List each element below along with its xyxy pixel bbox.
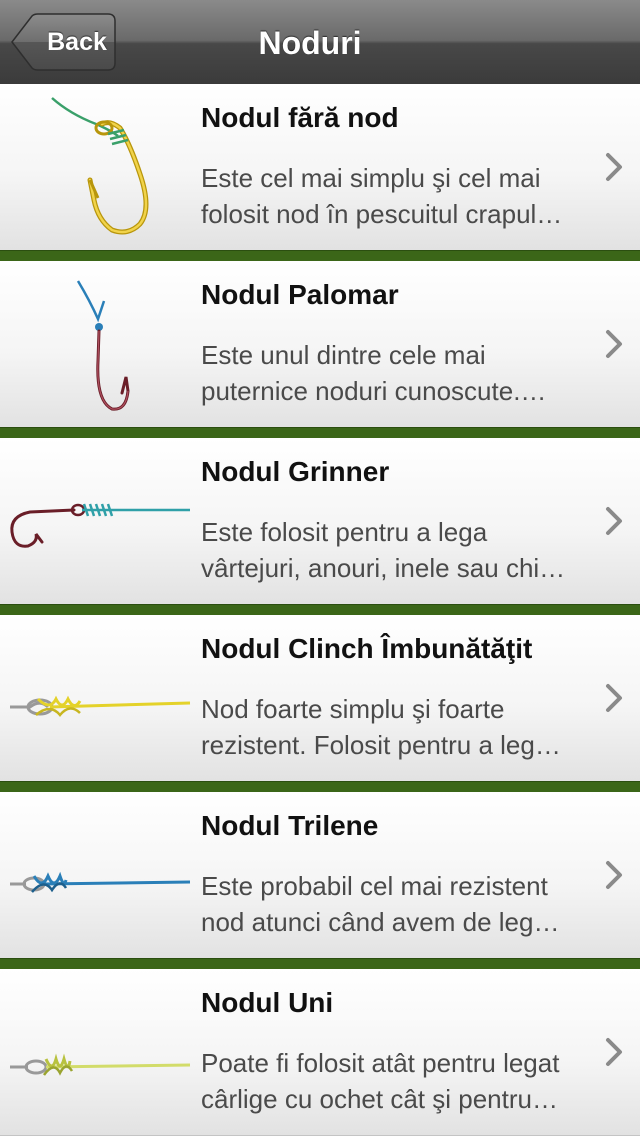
knot-title: Nodul Grinner <box>201 456 390 487</box>
knot-title: Nodul Palomar <box>201 279 399 310</box>
knot-description-line: rezistent. Folosit pentru a leg… <box>201 730 561 760</box>
knot-description-line: Este folosit pentru a lega <box>201 517 488 547</box>
knot-description-line: Este unul dintre cele mai <box>201 340 486 370</box>
knot-title: Nodul Clinch Îmbunătăţit <box>201 633 533 664</box>
knot-description-line: Este cel mai simplu şi cel mai <box>201 163 541 193</box>
knot-description: Este cel mai simplu şi cel mai folosit n… <box>201 160 597 232</box>
list-item-nodul-trilene[interactable]: Nodul Trilene Este probabil cel mai rezi… <box>0 792 640 959</box>
knot-description-line: vârtejuri, anouri, inele sau chi… <box>201 553 566 583</box>
knot-title: Nodul fără nod <box>201 102 399 133</box>
knot-title: Nodul Trilene <box>201 810 379 841</box>
knot-description: Este probabil cel mai rezistent nod atun… <box>201 868 597 940</box>
knot-description-line: Poate fi folosit atât pentru legat <box>201 1048 560 1078</box>
improved-clinch-knot-icon <box>10 695 191 717</box>
chevron-right-icon <box>606 153 622 181</box>
list-item-nodul-uni[interactable]: Nodul Uni Poate fi folosit atât pentru l… <box>0 969 640 1136</box>
knotless-knot-hook-icon <box>51 97 149 235</box>
list-item-nodul-palomar[interactable]: Nodul Palomar Este unul dintre cele mai … <box>0 261 640 428</box>
row-separator <box>0 781 640 792</box>
knot-description-line: Este probabil cel mai rezistent <box>201 871 548 901</box>
row-separator <box>0 250 640 261</box>
list-item-nodul-clinch-imbunatatit[interactable]: Nodul Clinch Îmbunătăţit Nod foarte simp… <box>0 615 640 782</box>
chevron-right-icon <box>606 861 622 889</box>
chevron-right-icon <box>606 1038 622 1066</box>
grinner-knot-hook-icon <box>10 503 190 548</box>
back-button-label: Back <box>47 28 107 56</box>
chevron-right-icon <box>606 507 622 535</box>
knot-description: Nod foarte simplu şi foarte rezistent. F… <box>201 691 597 763</box>
page-title: Noduri <box>258 25 362 61</box>
palomar-knot-hook-icon <box>76 280 130 411</box>
knot-description: Este folosit pentru a lega vârtejuri, an… <box>201 514 597 586</box>
navigation-bar: Back Noduri <box>0 0 640 85</box>
list-item-nodul-fara-nod[interactable]: Nodul fără nod Este cel mai simplu şi ce… <box>0 84 640 251</box>
row-separator <box>0 427 640 438</box>
knot-description-line: folosit nod în pescuitul crapul… <box>201 199 563 229</box>
knot-description: Este unul dintre cele mai puternice nodu… <box>201 337 597 409</box>
knot-description-line: puternice noduri cunoscute.… <box>201 376 547 406</box>
knot-description-line: nod atunci când avem de leg… <box>201 907 560 937</box>
row-separator <box>0 604 640 615</box>
knot-description-line: cârlige cu ochet cât şi pentru… <box>201 1084 558 1114</box>
trilene-knot-icon <box>10 871 191 893</box>
row-separator <box>0 958 640 969</box>
chevron-right-icon <box>606 684 622 712</box>
uni-knot-icon <box>10 1053 191 1076</box>
back-button[interactable]: Back <box>10 13 116 71</box>
list-item-nodul-grinner[interactable]: Nodul Grinner Este folosit pentru a lega… <box>0 438 640 605</box>
knot-description-line: Nod foarte simplu şi foarte <box>201 694 505 724</box>
knot-title: Nodul Uni <box>201 987 334 1018</box>
knot-description: Poate fi folosit atât pentru legat cârli… <box>201 1045 597 1117</box>
chevron-right-icon <box>606 330 622 358</box>
